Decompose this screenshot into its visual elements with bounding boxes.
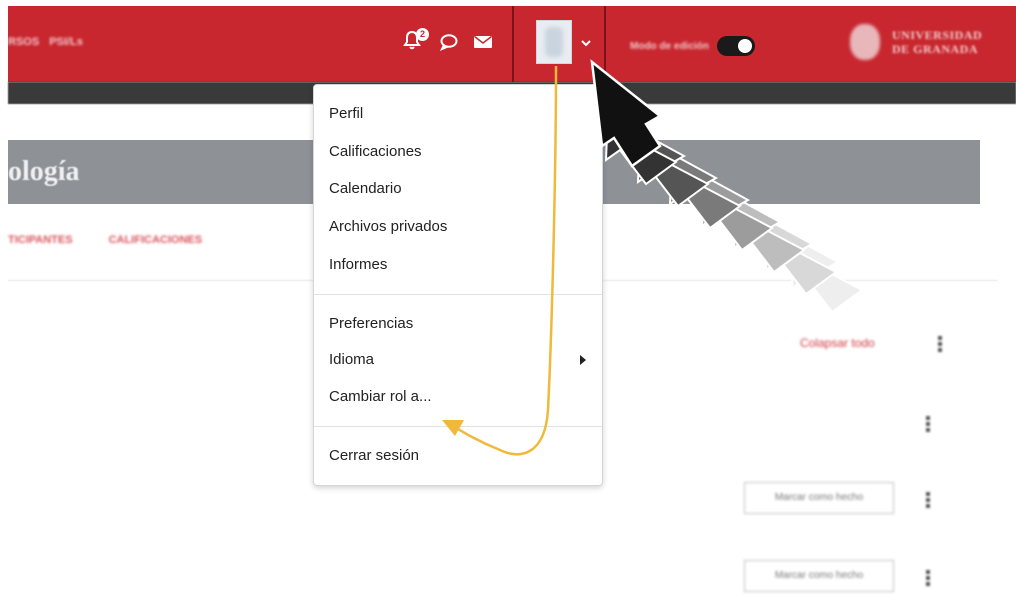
cursor-arrow-icon <box>590 59 663 168</box>
guide-line <box>451 65 558 456</box>
pointer-arrow-trail <box>590 59 864 314</box>
guide-arrowhead-icon <box>442 420 464 436</box>
annotation-overlay <box>442 59 864 456</box>
